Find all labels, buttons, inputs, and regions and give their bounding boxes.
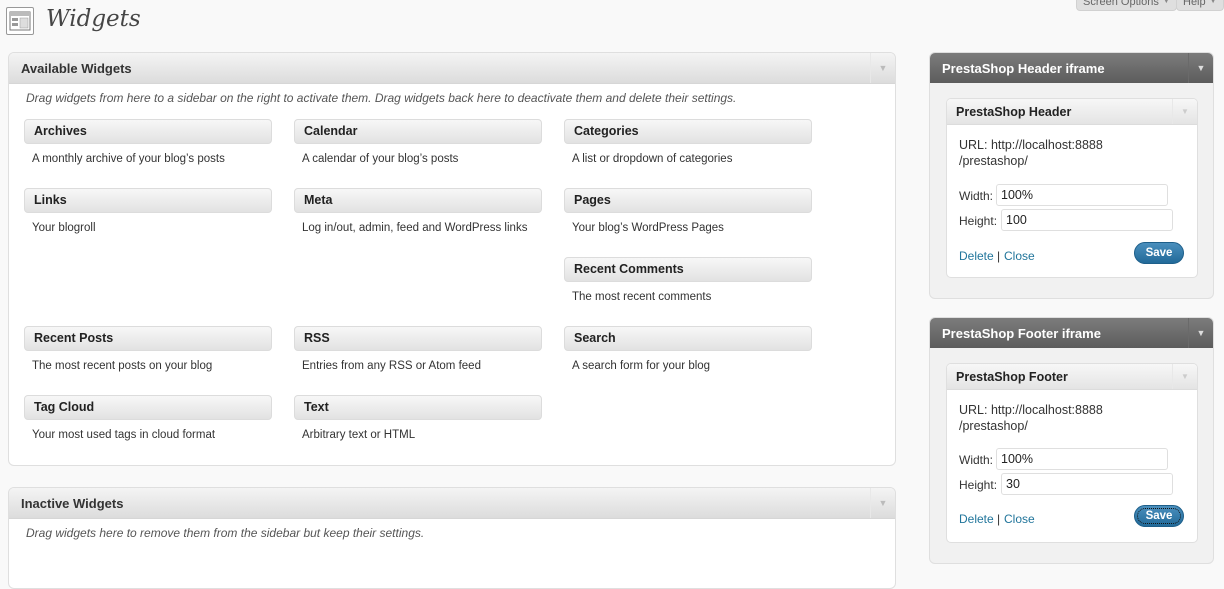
help-label: Help — [1183, 0, 1206, 8]
widget-item-title[interactable]: Tag Cloud — [24, 395, 272, 420]
sidebar-header[interactable]: PrestaShop Header iframe ▼ — [930, 53, 1213, 83]
width-label: Width: — [959, 189, 994, 203]
chevron-down-icon[interactable]: ▼ — [1172, 99, 1197, 124]
widget-title: PrestaShop Header — [956, 104, 1072, 119]
delete-link[interactable]: Delete — [959, 249, 994, 263]
widget-item-title[interactable]: Links — [24, 188, 272, 213]
screen-options-label: Screen Options — [1083, 0, 1159, 8]
close-link[interactable]: Close — [1004, 512, 1035, 526]
sidebar-header-iframe: PrestaShop Header iframe ▼ PrestaShop He… — [929, 52, 1214, 299]
width-label: Width: — [959, 453, 994, 467]
help-tab[interactable]: Help ▼ — [1176, 0, 1224, 11]
close-link[interactable]: Close — [1004, 249, 1035, 263]
url-line-2: /prestashop/ — [959, 154, 1028, 168]
widget-item-title[interactable]: Search — [564, 326, 812, 351]
height-label: Height: — [959, 214, 998, 228]
height-label: Height: — [959, 478, 998, 492]
widget-item-description: A list or dropdown of categories — [572, 153, 733, 165]
link-separator: | — [997, 249, 1001, 263]
widget-item-description: Your blogroll — [32, 222, 96, 234]
inactive-widgets-header[interactable]: Inactive Widgets ▼ — [9, 488, 895, 519]
chevron-down-icon[interactable]: ▼ — [870, 488, 895, 518]
widget-item-title[interactable]: Meta — [294, 188, 542, 213]
chevron-down-icon: ▼ — [1162, 0, 1170, 5]
sidebar-title: PrestaShop Footer iframe — [942, 325, 1101, 341]
inactive-widgets-title: Inactive Widgets — [21, 495, 124, 511]
widget-item-title[interactable]: Recent Posts — [24, 326, 272, 351]
available-widgets-header[interactable]: Available Widgets ▼ — [9, 53, 895, 84]
chevron-down-icon: ▼ — [1209, 0, 1217, 5]
widget-item-title[interactable]: Text — [294, 395, 542, 420]
widget-prestashop-header: PrestaShop Header ▼ URL: http://localhos… — [946, 98, 1198, 278]
available-widgets-description: Drag widgets from here to a sidebar on t… — [26, 91, 737, 105]
chevron-down-icon[interactable]: ▼ — [1188, 318, 1213, 348]
page-title: Widgets — [46, 6, 141, 32]
url-line-2: /prestashop/ — [959, 419, 1028, 433]
widget-item-title[interactable]: RSS — [294, 326, 542, 351]
screen-options-tab[interactable]: Screen Options ▼ — [1076, 0, 1177, 11]
widget-item-title[interactable]: Recent Comments — [564, 257, 812, 282]
chevron-down-icon[interactable]: ▼ — [1172, 364, 1197, 389]
url-line-1: URL: http://localhost:8888 — [959, 138, 1103, 152]
widget-item-description: Log in/out, admin, feed and WordPress li… — [302, 222, 528, 234]
widget-item-description: Your most used tags in cloud format — [32, 429, 216, 441]
widget-title: PrestaShop Footer — [956, 369, 1068, 384]
widget-item-title[interactable]: Calendar — [294, 119, 542, 144]
chevron-down-icon[interactable]: ▼ — [1188, 53, 1213, 83]
widget-item-description: Entries from any RSS or Atom feed — [302, 360, 481, 372]
save-button[interactable]: Save — [1134, 505, 1184, 527]
widget-prestashop-footer: PrestaShop Footer ▼ URL: http://localhos… — [946, 363, 1198, 543]
widget-item-description: A monthly archive of your blog’s posts — [32, 153, 225, 165]
delete-link[interactable]: Delete — [959, 512, 994, 526]
sidebar-header[interactable]: PrestaShop Footer iframe ▼ — [930, 318, 1213, 348]
sidebar-title: PrestaShop Header iframe — [942, 60, 1105, 76]
width-field[interactable] — [996, 184, 1168, 206]
widget-item-description: The most recent comments — [572, 291, 712, 303]
widget-item-description: Arbitrary text or HTML — [302, 429, 416, 441]
height-field[interactable] — [1001, 209, 1173, 231]
save-button[interactable]: Save — [1134, 242, 1184, 264]
sidebar-footer-iframe: PrestaShop Footer iframe ▼ PrestaShop Fo… — [929, 317, 1214, 564]
widget-header[interactable]: PrestaShop Header ▼ — [947, 99, 1197, 125]
available-widgets-title: Available Widgets — [21, 60, 132, 76]
widget-item-title[interactable]: Archives — [24, 119, 272, 144]
widget-item-title[interactable]: Categories — [564, 119, 812, 144]
inactive-widgets-description: Drag widgets here to remove them from th… — [26, 526, 425, 540]
widget-header[interactable]: PrestaShop Footer ▼ — [947, 364, 1197, 390]
widget-item-description: The most recent posts on your blog — [32, 360, 213, 372]
url-line-1: URL: http://localhost:8888 — [959, 403, 1103, 417]
widget-item-title[interactable]: Pages — [564, 188, 812, 213]
link-separator: | — [997, 512, 1001, 526]
widget-item-description: A calendar of your blog’s posts — [302, 153, 459, 165]
width-field[interactable] — [996, 448, 1168, 470]
widgets-icon — [6, 7, 34, 35]
chevron-down-icon[interactable]: ▼ — [870, 53, 895, 83]
widget-item-description: Your blog’s WordPress Pages — [572, 222, 724, 234]
widget-item-description: A search form for your blog — [572, 360, 711, 372]
height-field[interactable] — [1001, 473, 1173, 495]
